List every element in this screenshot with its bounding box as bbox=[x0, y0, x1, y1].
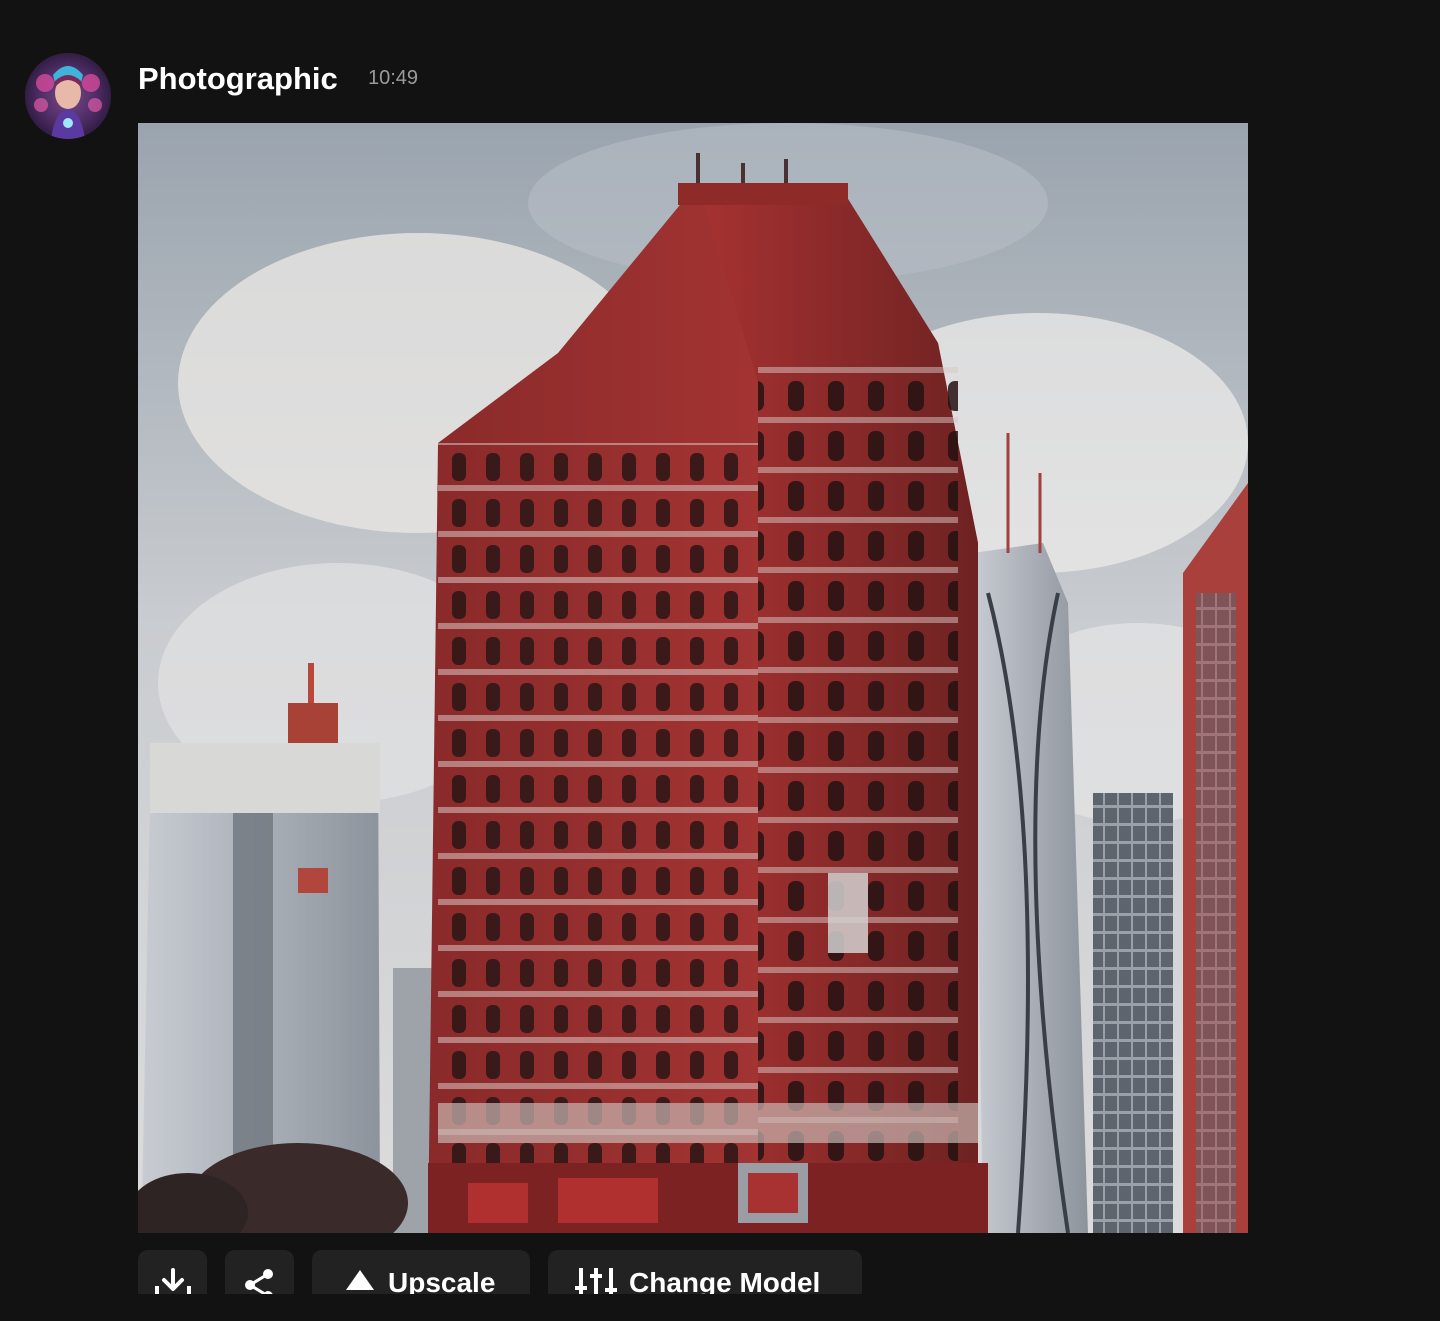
generated-image[interactable] bbox=[138, 123, 1248, 1233]
change-model-label: Change Model bbox=[629, 1267, 821, 1294]
download-button[interactable] bbox=[138, 1250, 207, 1294]
upscale-button[interactable]: Upscale bbox=[312, 1250, 530, 1294]
upscale-label: Upscale bbox=[388, 1267, 496, 1294]
message-author: Photographic bbox=[138, 61, 338, 96]
sliders-icon bbox=[575, 1268, 617, 1294]
share-icon bbox=[242, 1268, 278, 1294]
change-model-button[interactable]: Change Model bbox=[548, 1250, 862, 1294]
share-button[interactable] bbox=[225, 1250, 294, 1294]
message-timestamp: 10:49 bbox=[368, 67, 419, 89]
avatar[interactable] bbox=[25, 53, 111, 139]
download-icon bbox=[154, 1268, 191, 1294]
message-actions: Upscale Change Model bbox=[138, 1250, 938, 1294]
chat-message: Photographic 10:49 Upscale Change Model bbox=[0, 0, 1440, 1321]
triangle-up-icon bbox=[344, 1268, 376, 1294]
